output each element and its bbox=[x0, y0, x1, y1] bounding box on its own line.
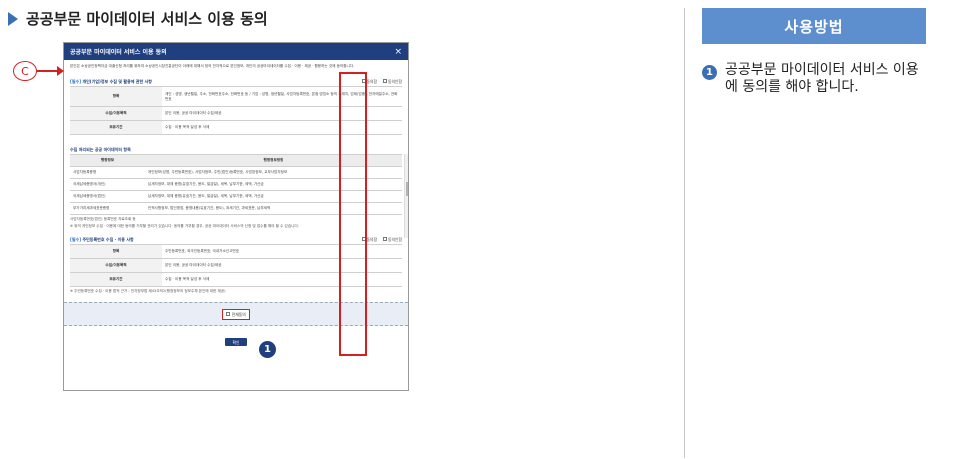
section1-title: [필수] 개인(기업)정보 수집 및 활용에 관한 사항 bbox=[70, 78, 152, 84]
section-title: 공공부문 마이데이터 서비스 이용 동의 bbox=[26, 10, 268, 28]
consent-column-highlight bbox=[339, 72, 367, 356]
usage-header: 사용방법 bbox=[702, 8, 926, 44]
modal-header: 공공부문 마이데이터 서비스 이용 동의 × bbox=[64, 43, 408, 60]
close-icon[interactable]: × bbox=[394, 47, 402, 57]
modal-title: 공공부문 마이데이터 서비스 이용 동의 bbox=[70, 49, 167, 56]
step-text: 공공부문 마이데이터 서비스 이용에 동의를 해야 합니다. bbox=[725, 62, 919, 95]
step-number-badge: 1 bbox=[702, 65, 717, 80]
callout-line bbox=[37, 70, 59, 72]
agree-all-checkbox[interactable]: 전체동의 bbox=[222, 308, 250, 320]
scrollbar-thumb[interactable] bbox=[405, 182, 408, 196]
callout-c-badge: C bbox=[13, 61, 37, 81]
manual-page: 공공부문 마이데이터 서비스 이용 동의 공공부문 마이데이터 서비스 이용 동… bbox=[0, 0, 958, 459]
checkbox-box[interactable] bbox=[226, 312, 231, 316]
usage-step-1: 1 공공부문 마이데이터 서비스 이용에 동의를 해야 합니다. bbox=[702, 62, 930, 96]
section1-disagree-checkbox[interactable]: 동의안함 bbox=[383, 79, 402, 84]
table-scrollbar[interactable] bbox=[404, 154, 408, 238]
triangle-bullet-icon bbox=[8, 11, 18, 26]
section1-consent: 동의함 동의안함 bbox=[361, 79, 402, 84]
section3-consent: 동의함 동의안함 bbox=[361, 237, 402, 242]
checkbox-box[interactable] bbox=[383, 79, 388, 83]
section3-disagree-checkbox[interactable]: 동의안함 bbox=[383, 237, 402, 242]
section3-title: [필수] 주민등록번호 수집 · 이용 사항 bbox=[70, 236, 134, 242]
section-heading: 공공부문 마이데이터 서비스 이용 동의 bbox=[8, 8, 268, 29]
vertical-divider bbox=[684, 8, 685, 458]
callout-arrow-icon bbox=[57, 66, 64, 76]
ok-button[interactable]: 확인 bbox=[225, 338, 247, 346]
checkbox-box[interactable] bbox=[383, 237, 388, 241]
step-1-badge: 1 bbox=[259, 341, 276, 358]
section2-title: 수집 처리되는 공공 마이데이터 항목 bbox=[70, 146, 131, 152]
intro-text: 본인은 소상공인정책자금 대출신청 처리를 위하여 소상공인시장진흥공단이 아래… bbox=[70, 64, 355, 68]
